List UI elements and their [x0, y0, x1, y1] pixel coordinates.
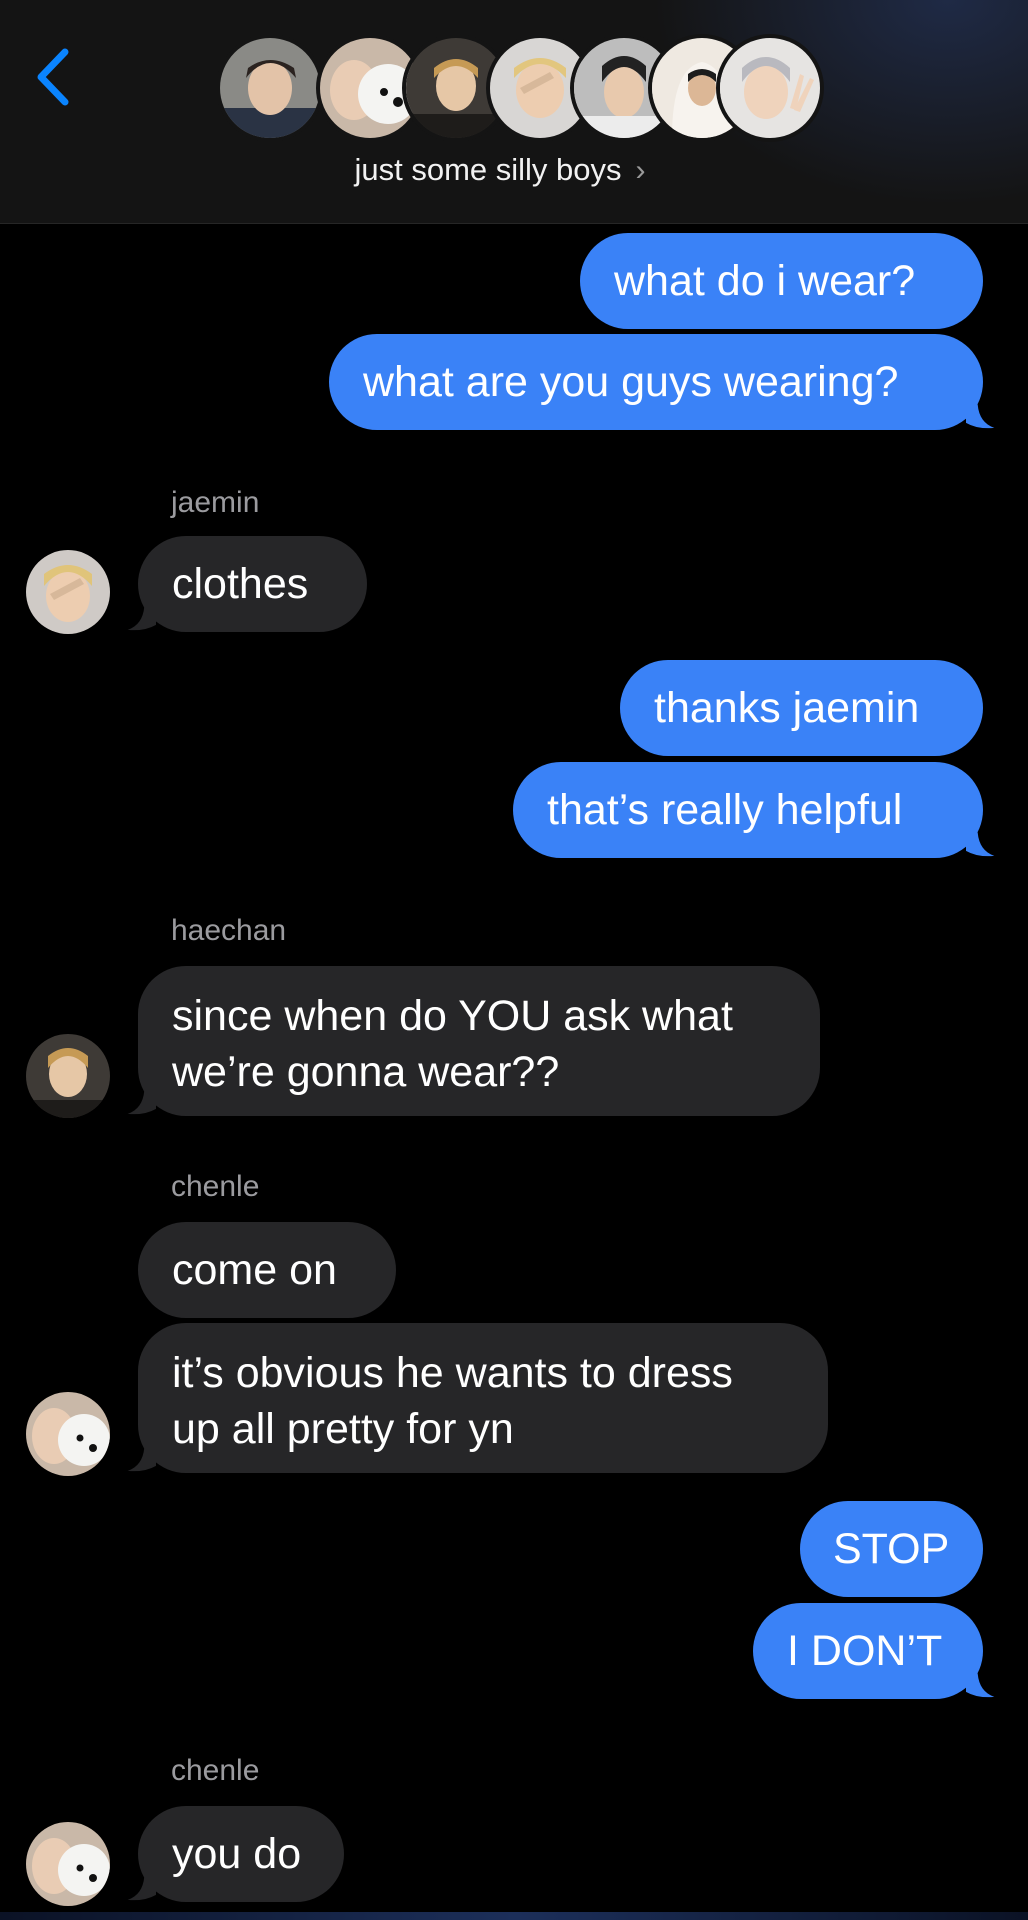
sender-name: chenle — [171, 1170, 260, 1203]
bubble-tail — [127, 606, 156, 631]
bubble-tail — [127, 1447, 156, 1472]
outgoing-message[interactable]: STOP — [800, 1501, 983, 1597]
avatar[interactable] — [26, 550, 110, 634]
message-line: since when do YOU ask what — [172, 992, 733, 1040]
bubble-tail — [966, 1673, 995, 1698]
message-text: clothes — [172, 560, 309, 608]
bubble-tail — [966, 832, 995, 857]
chevron-left-icon — [37, 48, 69, 106]
bottom-bar — [0, 1912, 1028, 1920]
message-text: that’s really helpful — [547, 786, 903, 834]
message-line: we’re gonna wear?? — [172, 1048, 560, 1096]
bubble-tail — [127, 1876, 156, 1901]
incoming-message[interactable]: come on — [138, 1222, 396, 1318]
outgoing-message[interactable]: what do i wear? — [580, 233, 983, 329]
message-text: thanks jaemin — [654, 684, 920, 732]
message-text: I DON’T — [787, 1627, 943, 1675]
bubble-tail — [127, 1090, 156, 1115]
member-avatar — [216, 34, 324, 142]
avatar[interactable] — [26, 1822, 110, 1906]
group-name-label: just some silly boys — [354, 152, 622, 187]
group-avatars[interactable] — [216, 34, 824, 142]
back-button[interactable] — [28, 42, 78, 112]
message-text: you do — [172, 1830, 302, 1878]
bubble-tail — [966, 404, 995, 429]
message-text: what do i wear? — [614, 257, 916, 305]
incoming-message[interactable]: you do — [138, 1806, 344, 1902]
incoming-message[interactable]: it’s obvious he wants to dress up all pr… — [138, 1323, 828, 1473]
sender-name: jaemin — [171, 486, 260, 519]
message-line: it’s obvious he wants to dress — [172, 1349, 733, 1397]
message-text: STOP — [833, 1525, 950, 1573]
chevron-right-icon: › — [635, 154, 646, 187]
outgoing-message[interactable]: I DON’T — [753, 1603, 983, 1699]
conversation-header: just some silly boys › — [0, 0, 1028, 224]
avatar[interactable] — [26, 1392, 110, 1476]
member-avatar — [716, 34, 824, 142]
incoming-message[interactable]: clothes — [138, 536, 367, 632]
incoming-message[interactable]: since when do YOU ask what we’re gonna w… — [138, 966, 820, 1116]
sender-name: chenle — [171, 1754, 260, 1787]
sender-name: haechan — [171, 914, 287, 947]
message-text: what are you guys wearing? — [363, 358, 899, 406]
message-line: up all pretty for yn — [172, 1405, 514, 1453]
outgoing-message[interactable]: what are you guys wearing? — [329, 334, 983, 430]
group-name[interactable]: just some silly boys › — [0, 152, 1000, 188]
avatar[interactable] — [26, 1034, 110, 1118]
outgoing-message[interactable]: that’s really helpful — [513, 762, 983, 858]
outgoing-message[interactable]: thanks jaemin — [620, 660, 983, 756]
message-text: come on — [172, 1246, 337, 1294]
